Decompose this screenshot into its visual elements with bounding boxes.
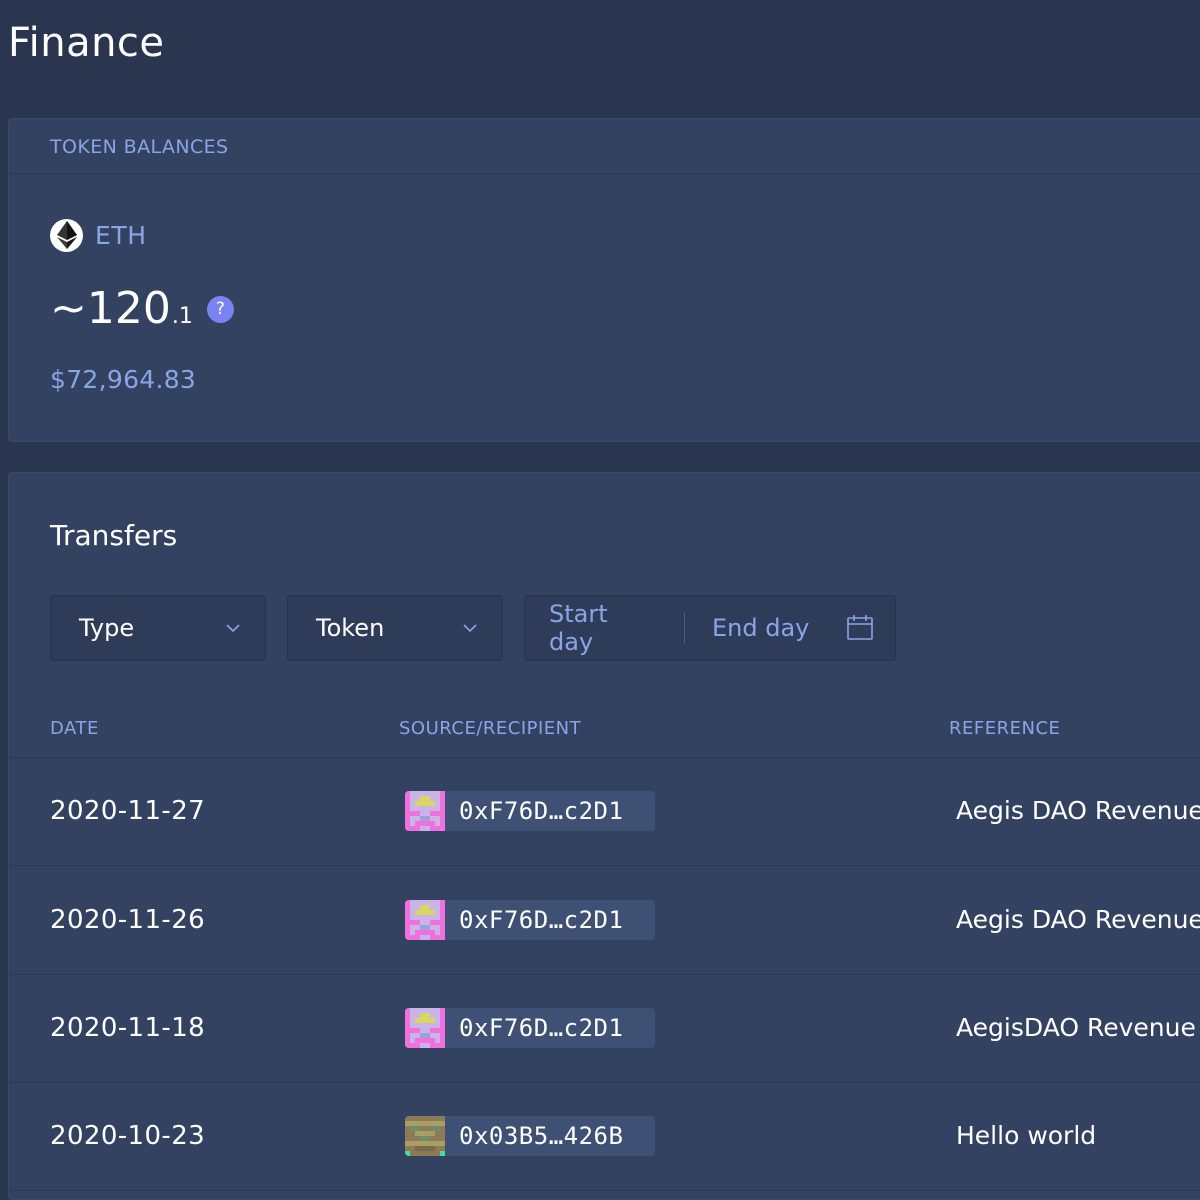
transfer-reference: Hello world xyxy=(956,1121,1097,1150)
transfers-title: Transfers xyxy=(50,519,178,552)
table-row[interactable]: 2020-10-23 0x03B5…426B Hello world xyxy=(9,1082,1200,1191)
token-filter-label: Token xyxy=(316,614,385,642)
address-text: 0xF76D…c2D1 xyxy=(459,906,624,934)
identicon-icon xyxy=(405,1116,445,1156)
transfers-table-header: DATE SOURCE/RECIPIENT REFERENCE xyxy=(9,705,1200,758)
token-balances-label: TOKEN BALANCES xyxy=(50,136,229,158)
identicon-icon xyxy=(405,900,445,940)
address-badge[interactable]: 0xF76D…c2D1 xyxy=(405,900,655,940)
type-filter-label: Type xyxy=(79,614,135,642)
address-badge[interactable]: 0x03B5…426B xyxy=(405,1116,655,1156)
table-row[interactable]: 2020-11-27 0xF76D…c2D1 Aegis DAO Revenue xyxy=(9,757,1200,866)
address-text: 0x03B5…426B xyxy=(459,1122,624,1150)
type-filter-dropdown[interactable]: Type xyxy=(50,595,266,661)
token-amount-main: ~120 xyxy=(50,283,171,334)
column-header-date[interactable]: DATE xyxy=(50,717,99,741)
start-day-input[interactable]: Start day xyxy=(549,600,659,656)
transfer-date: 2020-11-27 xyxy=(50,796,206,826)
token-fiat-value: $72,964.83 xyxy=(50,365,197,394)
transfer-date: 2020-11-18 xyxy=(50,1013,206,1043)
transfer-date: 2020-10-23 xyxy=(50,1121,206,1151)
page-header: Finance xyxy=(0,0,1200,90)
token-balances-card: TOKEN BALANCES ETH ~120 .1 ? $72,964.83 xyxy=(8,118,1200,442)
transfer-reference: Aegis DAO Revenue xyxy=(956,905,1200,934)
column-header-reference[interactable]: REFERENCE xyxy=(949,717,1060,741)
address-text: 0xF76D…c2D1 xyxy=(459,797,624,825)
transfer-date: 2020-11-26 xyxy=(50,905,206,935)
token-amount-decimal: .1 xyxy=(171,304,193,329)
token-symbol: ETH xyxy=(95,220,147,250)
ethereum-icon xyxy=(50,218,83,252)
address-badge[interactable]: 0xF76D…c2D1 xyxy=(405,791,655,831)
table-row[interactable]: 2020-11-26 0xF76D…c2D1 Aegis DAO Revenue xyxy=(9,866,1200,975)
date-range-picker[interactable]: Start day End day xyxy=(524,595,896,661)
address-text: 0xF76D…c2D1 xyxy=(459,1014,624,1042)
transfers-card: Transfers Type Token Start day End day D… xyxy=(8,472,1200,1200)
token-row: ETH xyxy=(50,217,147,253)
table-row[interactable]: 2020-11-18 0xF76D…c2D1 AegisDAO Revenue xyxy=(9,974,1200,1083)
help-icon[interactable]: ? xyxy=(206,295,234,323)
transfer-reference: Aegis DAO Revenue xyxy=(956,796,1200,825)
page-title: Finance xyxy=(8,20,165,66)
token-amount: ~120 .1 ? xyxy=(50,281,234,337)
identicon-icon xyxy=(405,791,445,831)
finance-page: Finance TOKEN BALANCES ETH ~120 .1 ? $72… xyxy=(0,0,1200,1200)
transfer-reference: AegisDAO Revenue xyxy=(956,1013,1196,1042)
address-badge[interactable]: 0xF76D…c2D1 xyxy=(405,1008,655,1048)
identicon-icon xyxy=(405,1008,445,1048)
token-balances-header: TOKEN BALANCES xyxy=(9,119,1200,174)
end-day-input[interactable]: End day xyxy=(712,614,822,642)
chevron-down-icon xyxy=(462,620,478,636)
chevron-down-icon xyxy=(225,620,241,636)
calendar-icon[interactable] xyxy=(846,614,874,642)
column-header-source-recipient[interactable]: SOURCE/RECIPIENT xyxy=(399,717,581,741)
token-filter-dropdown[interactable]: Token xyxy=(287,595,503,661)
date-range-divider xyxy=(684,612,685,644)
